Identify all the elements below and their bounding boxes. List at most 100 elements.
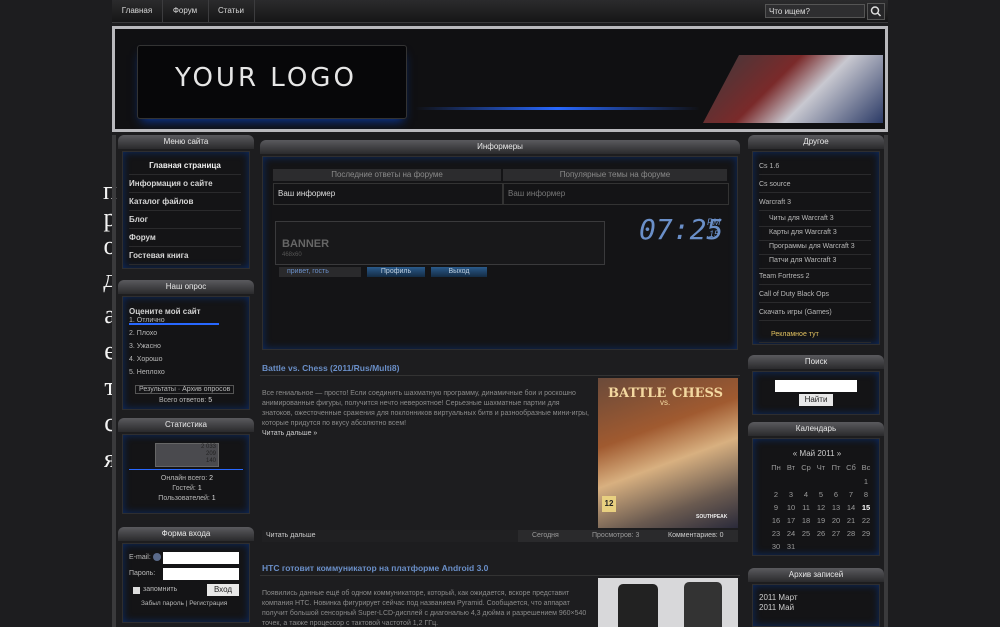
- sidebar-search-button[interactable]: Найти: [799, 394, 833, 406]
- other-item[interactable]: Скачать игры (Games): [759, 306, 871, 321]
- image-publisher: SOUTHPEAK: [696, 514, 728, 520]
- email-field[interactable]: [163, 552, 239, 564]
- calendar-weekday: Сб: [846, 463, 856, 472]
- calendar-day[interactable]: 28: [844, 529, 858, 538]
- menu-item-catalog[interactable]: Каталог файлов: [129, 194, 241, 211]
- calendar-day[interactable]: 30: [769, 542, 783, 551]
- informers-block: Информеры: [260, 140, 740, 154]
- calendar-weekday: Чт: [816, 463, 826, 472]
- article1-more-button[interactable]: Читать дальше: [266, 531, 315, 541]
- article1-comments[interactable]: Комментариев: 0: [668, 531, 724, 541]
- calendar-day[interactable]: 6: [829, 490, 843, 499]
- left-edge-bar: [112, 135, 116, 627]
- calendar-day[interactable]: 1: [859, 477, 873, 486]
- other-item[interactable]: Cs source: [759, 178, 871, 193]
- calendar-day[interactable]: 31: [784, 542, 798, 551]
- calendar-day[interactable]: 27: [829, 529, 843, 538]
- remember-checkbox[interactable]: [133, 587, 140, 594]
- calendar-day[interactable]: 25: [799, 529, 813, 538]
- calendar-next[interactable]: »: [837, 449, 841, 458]
- poll-option[interactable]: 1. Отлично: [129, 317, 165, 324]
- calendar-day[interactable]: 11: [799, 503, 813, 512]
- other-item[interactable]: Team Fortress 2: [759, 270, 871, 285]
- calendar-day[interactable]: 18: [799, 516, 813, 525]
- article1-title[interactable]: Battle vs. Chess (2011/Rus/Multi8): [262, 363, 399, 373]
- login-button[interactable]: Вход: [207, 584, 239, 596]
- other-item[interactable]: Cs 1.6: [759, 160, 871, 175]
- site-logo[interactable]: YOUR LOGO: [175, 63, 357, 93]
- other-subitem[interactable]: Читы для Warcraft 3: [759, 212, 871, 227]
- calendar-day[interactable]: 26: [814, 529, 828, 538]
- top-search-input[interactable]: Что ищем?: [765, 4, 865, 18]
- poll-total-value: 5: [208, 397, 213, 404]
- calendar-day[interactable]: 4: [799, 490, 813, 499]
- register-link[interactable]: Регистрация: [189, 600, 227, 607]
- calendar-day[interactable]: 13: [829, 503, 843, 512]
- password-field[interactable]: [163, 568, 239, 580]
- article2-title[interactable]: HTC готовит коммуникатор на платформе An…: [262, 563, 488, 573]
- calendar-day[interactable]: 23: [769, 529, 783, 538]
- banner-placeholder[interactable]: BANNER 468x60: [275, 221, 605, 265]
- calendar-day[interactable]: 29: [859, 529, 873, 538]
- article1-more-inline[interactable]: Читать дальше »: [262, 430, 317, 437]
- calendar-day[interactable]: 2: [769, 490, 783, 499]
- calendar-day[interactable]: 10: [784, 503, 798, 512]
- other-subitem[interactable]: Программы для Warcraft 3: [759, 240, 871, 255]
- other-item[interactable]: Call of Duty Black Ops: [759, 288, 871, 303]
- article1-body: Все гениальное — просто! Если соединить …: [262, 390, 589, 427]
- other-subitem[interactable]: Карты для Warcraft 3: [759, 226, 871, 241]
- poll-results-link[interactable]: Результаты: [139, 386, 176, 393]
- article1-image[interactable]: BATTLE vs. CHESS 12 SOUTHPEAK: [598, 378, 738, 528]
- calendar-month[interactable]: Май 2011: [799, 449, 834, 458]
- poll-option[interactable]: 5. Неплохо: [129, 369, 165, 376]
- site-header: YOUR LOGO: [112, 26, 888, 132]
- menu-item-blog[interactable]: Блог: [129, 212, 241, 229]
- profile-button[interactable]: Профиль: [367, 267, 425, 277]
- ad-link[interactable]: Рекламное тут: [759, 328, 871, 343]
- logout-button[interactable]: Выход: [431, 267, 487, 277]
- calendar-day[interactable]: 16: [769, 516, 783, 525]
- calendar-day[interactable]: 12: [814, 503, 828, 512]
- calendar-day[interactable]: 14: [844, 503, 858, 512]
- menu-item-info[interactable]: Информация о сайте: [129, 176, 241, 193]
- calendar-day[interactable]: 22: [859, 516, 873, 525]
- clock-ampm: PM: [707, 217, 721, 227]
- stats-block-title: Статистика: [118, 418, 254, 432]
- search-icon: [870, 6, 882, 17]
- other-item[interactable]: Warcraft 3: [759, 196, 871, 211]
- calendar-day[interactable]: 20: [829, 516, 843, 525]
- search-block-title: Поиск: [748, 355, 884, 369]
- calendar-day[interactable]: 7: [844, 490, 858, 499]
- archive-item[interactable]: 2011 Март: [759, 593, 798, 602]
- top-search-button[interactable]: [867, 3, 885, 20]
- calendar-day[interactable]: 24: [784, 529, 798, 538]
- remember-label: запомнить: [143, 586, 178, 593]
- calendar-day[interactable]: 19: [814, 516, 828, 525]
- poll-archive-link[interactable]: Архив опросов: [182, 386, 230, 393]
- nav-item-home[interactable]: Главная: [112, 0, 163, 22]
- other-subitem[interactable]: Патчи для Warcraft 3: [759, 254, 871, 269]
- calendar-day[interactable]: 8: [859, 490, 873, 499]
- menu-item-home[interactable]: Главная страница: [129, 158, 241, 175]
- calendar-prev[interactable]: «: [793, 449, 797, 458]
- calendar-day[interactable]: 21: [844, 516, 858, 525]
- poll-option[interactable]: 2. Плохо: [129, 330, 157, 337]
- menu-item-guestbook[interactable]: Гостевая книга: [129, 248, 241, 265]
- image-title-battle: BATTLE: [608, 386, 667, 401]
- forgot-password-link[interactable]: Забыл пароль: [141, 600, 184, 607]
- article2-image[interactable]: [598, 578, 738, 627]
- archive-item[interactable]: 2011 Май: [759, 603, 794, 612]
- calendar-day[interactable]: 15: [859, 503, 873, 512]
- sidebar-search-input[interactable]: [775, 380, 857, 392]
- calendar-day[interactable]: 9: [769, 503, 783, 512]
- menu-item-forum[interactable]: Форум: [129, 230, 241, 247]
- poll-option[interactable]: 3. Ужасно: [129, 343, 161, 350]
- calendar-day[interactable]: 17: [784, 516, 798, 525]
- nav-item-articles[interactable]: Статьи: [208, 0, 255, 22]
- calendar-day[interactable]: 5: [814, 490, 828, 499]
- calendar-day[interactable]: 3: [784, 490, 798, 499]
- poll-option[interactable]: 4. Хорошо: [129, 356, 163, 363]
- greeting-user[interactable]: гость: [312, 268, 329, 275]
- banner-size: 468x60: [282, 252, 302, 258]
- nav-item-forum[interactable]: Форум: [162, 0, 209, 22]
